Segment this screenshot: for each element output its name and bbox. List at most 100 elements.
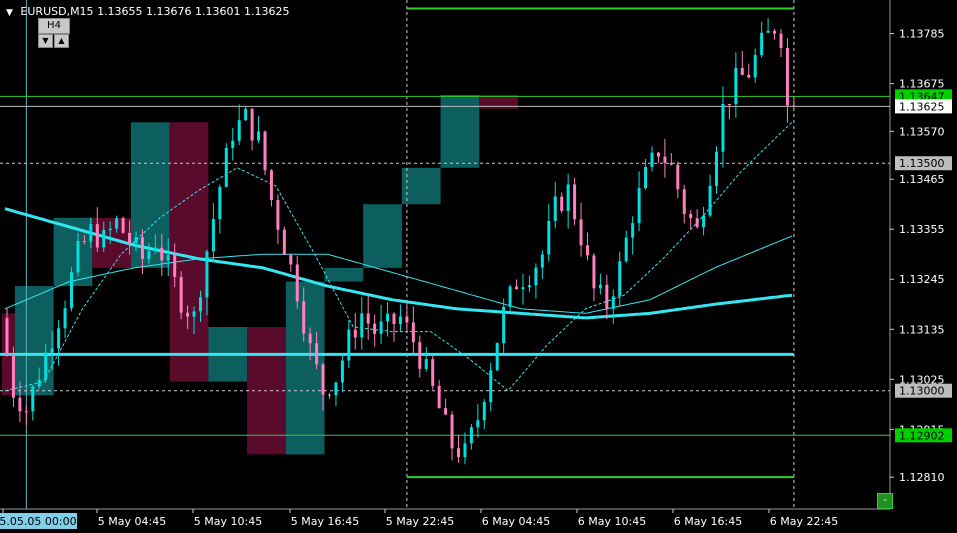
candle-body	[586, 245, 589, 256]
candle-body	[121, 218, 125, 233]
candle-body	[444, 408, 448, 415]
candle-body	[379, 321, 383, 334]
candle-body	[147, 251, 151, 259]
candle-body	[353, 329, 357, 338]
price-label: 1.13000	[899, 385, 945, 398]
candle-body	[108, 228, 112, 231]
candle-body	[237, 120, 241, 141]
candle-body	[553, 196, 557, 221]
candle-body	[321, 364, 325, 395]
timeframe-label[interactable]: H4	[38, 18, 70, 34]
candle-body	[682, 189, 686, 214]
timeframe-down-button[interactable]: ▼	[38, 34, 53, 48]
price-label: 1.13625	[899, 100, 945, 113]
timeframe-widget: H4 ▼ ▲	[38, 18, 70, 48]
candle-body	[450, 414, 454, 449]
candle-body	[495, 343, 499, 371]
h4-box	[324, 267, 364, 282]
candle-body	[373, 323, 377, 334]
candle-body	[437, 385, 441, 409]
candle-body	[360, 313, 364, 338]
candle-body	[637, 188, 641, 224]
candle-body	[134, 237, 138, 243]
timeframe-up-button[interactable]: ▲	[54, 34, 69, 48]
candle-body	[760, 32, 764, 56]
x-tick-label: 6 May 22:45	[770, 515, 838, 528]
candle-body	[199, 297, 202, 312]
candle-body	[424, 359, 428, 369]
x-tick-label: 5 May 16:45	[291, 515, 359, 528]
candle-body	[18, 397, 22, 412]
candle-body	[727, 103, 731, 105]
candle-body	[644, 166, 648, 189]
candle-body	[753, 55, 757, 78]
candle-body	[31, 386, 35, 412]
candle-body	[70, 272, 73, 309]
candle-body	[140, 237, 144, 259]
price-chart[interactable]: 1.13785 1.13675 1.13570 1.13465 1.13355 1.132…	[0, 0, 957, 533]
candle-body	[37, 379, 41, 387]
candle-body	[11, 354, 15, 398]
candle-body	[463, 443, 467, 458]
candle-body	[418, 342, 422, 369]
candle-body	[282, 229, 286, 256]
candle-body	[534, 267, 538, 286]
candle-body	[527, 285, 531, 288]
candle-body	[102, 230, 106, 248]
x-tick-label: 5 May 10:45	[194, 515, 262, 528]
candle-body	[205, 251, 209, 298]
candle-body	[631, 223, 635, 238]
candle-body	[398, 316, 402, 325]
triangle-down-icon: ▼	[42, 36, 49, 45]
candle-body	[57, 328, 61, 349]
candle-body	[592, 255, 596, 289]
candle-body	[656, 152, 660, 157]
candle-body	[166, 255, 170, 261]
candle-body	[515, 286, 519, 290]
candle-body	[218, 186, 222, 220]
candle-body	[405, 316, 409, 323]
triangle-down-icon[interactable]: ▼	[6, 8, 13, 18]
y-tick-label: 1.13135	[899, 323, 945, 336]
candle-body	[689, 213, 693, 219]
candle-body	[773, 30, 777, 34]
x-tick-label: 6 May 16:45	[674, 515, 742, 528]
candle-body	[482, 402, 486, 421]
candle-body	[747, 74, 751, 78]
candle-body	[618, 261, 622, 297]
candle-body	[540, 254, 544, 268]
candle-body	[179, 277, 183, 313]
candle-body	[315, 343, 319, 365]
triangle-up-icon: ▲	[58, 36, 65, 45]
x-tick-label: 5.05.05 00:00	[0, 515, 77, 528]
candle-body	[708, 185, 712, 216]
candle-body	[308, 333, 312, 344]
candle-body	[153, 247, 157, 252]
candle-body	[695, 218, 699, 228]
x-tick-label: 5 May 04:45	[98, 515, 166, 528]
candle-body	[560, 196, 564, 211]
y-tick-label: 1.12810	[899, 471, 945, 484]
candle-body	[785, 47, 789, 106]
x-tick-label: 5 May 22:45	[386, 515, 454, 528]
candle-body	[366, 313, 370, 324]
candle-body	[160, 247, 164, 261]
candle-body	[721, 103, 725, 152]
candle-body	[334, 382, 338, 396]
candle-body	[128, 232, 132, 243]
y-tick-label: 1.13465	[899, 173, 945, 186]
candle-body	[257, 131, 261, 141]
candle-body	[734, 67, 738, 105]
h4-box	[169, 122, 209, 382]
ohlc-values: 1.13655 1.13676 1.13601 1.13625	[97, 5, 290, 18]
candle-body	[115, 218, 119, 229]
chart-minimize-button[interactable]: -	[877, 493, 893, 509]
candle-body	[766, 30, 770, 33]
candle-body	[231, 140, 235, 148]
candle-body	[779, 33, 783, 48]
candle-body	[476, 420, 480, 428]
candle-body	[650, 152, 654, 167]
candle-body	[392, 313, 396, 325]
candle-body	[605, 284, 609, 309]
symbol-label: EURUSD,M15	[20, 5, 94, 18]
